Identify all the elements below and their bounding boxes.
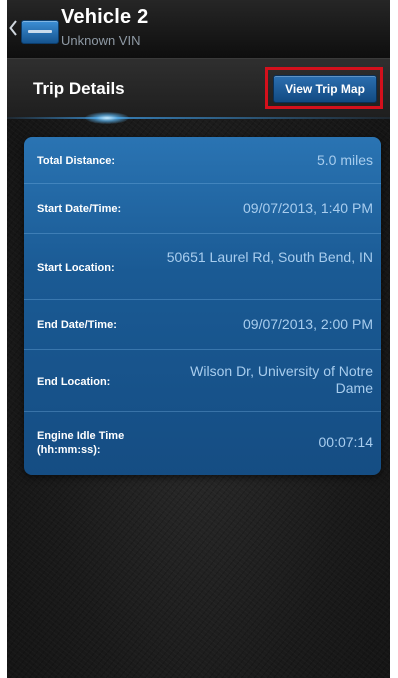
vehicle-subtitle: Unknown VIN — [61, 33, 141, 48]
detail-value: 50651 Laurel Rd, South Bend, IN — [166, 249, 373, 265]
action-bar[interactable]: Vehicle 2 Unknown VIN — [7, 0, 390, 59]
header-divider — [7, 117, 390, 119]
header-indicator — [85, 112, 129, 124]
screen: Vehicle 2 Unknown VIN Trip Details View … — [7, 0, 390, 678]
detail-value: Wilson Dr, University of Notre Dame — [190, 363, 373, 396]
detail-row-total-distance: Total Distance: 5.0 miles — [24, 137, 381, 184]
detail-row-end-datetime: End Date/Time: 09/07/2013, 2:00 PM — [24, 300, 381, 350]
detail-label: End Location: — [37, 376, 111, 388]
detail-label: Start Date/Time: — [37, 203, 122, 215]
section-header: Trip Details View Trip Map — [7, 59, 390, 119]
detail-value: 00:07:14 — [318, 434, 374, 450]
detail-row-end-location: End Location: Wilson Dr, University of N… — [24, 350, 381, 412]
trip-details-card: Total Distance: 5.0 miles Start Date/Tim… — [24, 137, 381, 475]
detail-value: 09/07/2013, 1:40 PM — [243, 200, 373, 216]
app-logo-icon[interactable] — [21, 20, 59, 44]
view-trip-map-button[interactable]: View Trip Map — [273, 75, 377, 103]
detail-value: 5.0 miles — [316, 152, 373, 168]
detail-row-start-datetime: Start Date/Time: 09/07/2013, 1:40 PM — [24, 184, 381, 234]
detail-value: 09/07/2013, 2:00 PM — [243, 316, 373, 332]
detail-row-engine-idle-time: Engine Idle Time (hh:mm:ss): 00:07:14 — [24, 412, 381, 475]
view-trip-map-highlight: View Trip Map — [265, 67, 383, 109]
detail-label: Total Distance: — [37, 155, 116, 167]
chevron-left-icon[interactable] — [9, 20, 17, 36]
detail-label: Engine Idle Time (hh:mm:ss): — [37, 430, 125, 456]
page-title: Trip Details — [33, 79, 125, 98]
vehicle-title: Vehicle 2 — [61, 6, 149, 28]
detail-label: Start Location: — [37, 262, 115, 274]
detail-row-start-location: Start Location: 50651 Laurel Rd, South B… — [24, 234, 381, 300]
detail-label: End Date/Time: — [37, 319, 117, 331]
